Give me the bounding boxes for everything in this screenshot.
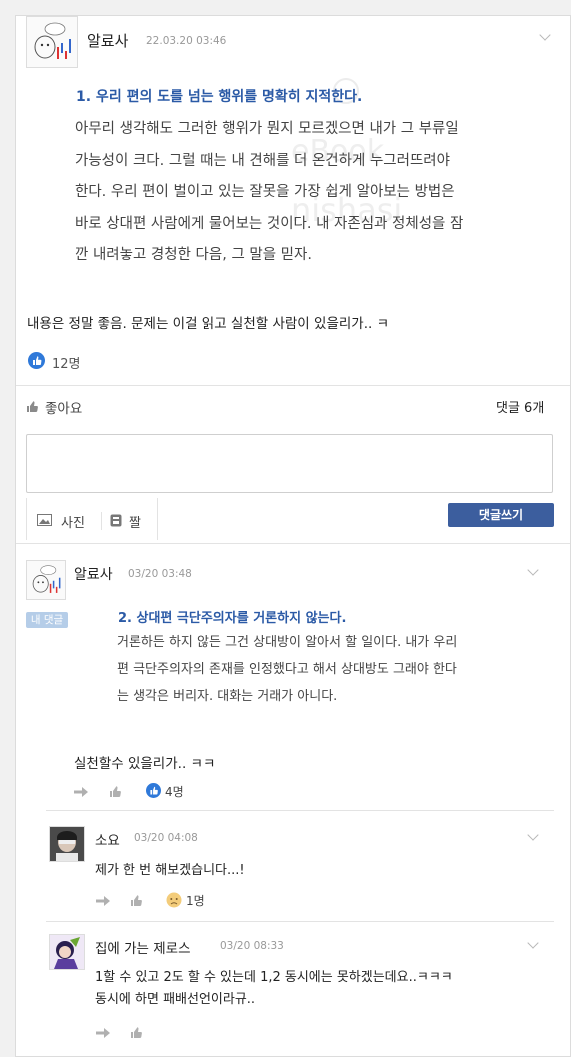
reply-body-line: 1할 수 있고 2도 할 수 있는데 1,2 동시에는 못하겠는데요..ㅋㅋㅋ bbox=[95, 970, 453, 985]
comment-count: 댓글 6개 bbox=[496, 401, 545, 416]
divider bbox=[16, 543, 570, 544]
reply-timestamp: 03/20 04:08 bbox=[134, 832, 198, 844]
reply-arrow-icon[interactable] bbox=[74, 787, 88, 797]
clip-button[interactable]: 짤 bbox=[101, 512, 160, 531]
my-comment-badge: 내 댓글 bbox=[26, 612, 68, 628]
post-card: 알료사 22.03.20 03:46 eBook nishasi 1. 우리 편… bbox=[15, 15, 571, 1057]
comment-quote-body: 거론하든 하지 않든 그건 상대방이 알아서 할 일이다. 내가 우리 편 극단… bbox=[117, 629, 457, 710]
post-body-text: 내용은 정말 좋음. 문제는 이걸 읽고 실천할 사람이 있을리가.. ㅋ bbox=[27, 316, 389, 332]
user-photo-icon bbox=[50, 827, 84, 861]
quote-line: 한다. 우리 편이 벌이고 있는 잘못을 가장 쉽게 알아보는 방법은 bbox=[75, 184, 455, 200]
avatar-drawing-icon bbox=[27, 561, 65, 599]
divider bbox=[46, 921, 554, 922]
comment-body-text: 실천할수 있을리가.. ㅋㅋ bbox=[74, 756, 216, 772]
comment-input[interactable] bbox=[26, 434, 553, 493]
quote-line: 는 생각은 버리자. 대화는 거래가 아니다. bbox=[117, 689, 338, 704]
comment-options-chevron-icon[interactable] bbox=[527, 564, 539, 576]
reply-body-text: 제가 한 번 해보겠습니다...! bbox=[95, 863, 245, 878]
comment-reaction-count: 4명 bbox=[165, 785, 184, 799]
sad-face-reaction-icon[interactable] bbox=[166, 892, 182, 908]
thumbs-up-icon[interactable] bbox=[109, 785, 122, 798]
comment-timestamp: 03/20 03:48 bbox=[128, 568, 192, 580]
composer-tools: 사진 짤 bbox=[26, 498, 158, 540]
comment-avatar[interactable] bbox=[26, 560, 66, 600]
reply-reaction-count: 1명 bbox=[186, 894, 205, 908]
comment-author-name[interactable]: 알료사 bbox=[74, 564, 113, 584]
reply-avatar[interactable] bbox=[49, 934, 85, 970]
thumbs-up-icon bbox=[27, 401, 38, 412]
post-quote-title: 1. 우리 편의 도를 넘는 행위를 명확히 지적한다. bbox=[76, 89, 363, 105]
quote-line: 편 극단주의자의 존재를 인정했다고 해서 상대방도 그래야 한다 bbox=[117, 662, 457, 677]
clip-button-label: 짤 bbox=[129, 516, 141, 531]
reply-author-name[interactable]: 집에 가는 제로스 bbox=[95, 937, 191, 957]
photo-button-label: 사진 bbox=[61, 516, 85, 531]
submit-comment-button[interactable]: 댓글쓰기 bbox=[448, 503, 554, 527]
photo-button[interactable]: 사진 bbox=[37, 512, 97, 531]
reply-author-name[interactable]: 소요 bbox=[95, 829, 120, 849]
quote-line: 깐 내려놓고 경청한 다음, 그 말을 믿자. bbox=[75, 247, 312, 263]
post-quote-body: 아무리 생각해도 그러한 행위가 뭔지 모르겠으면 내가 그 부류일 가능성이 … bbox=[75, 114, 463, 272]
like-reaction-icon[interactable] bbox=[146, 783, 161, 798]
post-options-chevron-icon[interactable] bbox=[539, 29, 551, 41]
like-reaction-icon[interactable] bbox=[28, 352, 45, 369]
reply-timestamp: 03/20 08:33 bbox=[220, 940, 284, 952]
divider bbox=[46, 810, 554, 811]
quote-line: 아무리 생각해도 그러한 행위가 뭔지 모르겠으면 내가 그 부류일 bbox=[75, 121, 459, 137]
meme-clip-icon bbox=[110, 514, 122, 527]
quote-line: 가능성이 크다. 그럴 때는 내 견해를 더 온건하게 누그러뜨려야 bbox=[75, 152, 450, 169]
reply-options-chevron-icon[interactable] bbox=[527, 937, 539, 949]
author-avatar[interactable] bbox=[26, 16, 78, 68]
user-illustration-icon bbox=[50, 935, 84, 969]
like-count: 12명 bbox=[52, 357, 81, 372]
post-author-name[interactable]: 알료사 bbox=[87, 30, 128, 51]
thumbs-up-icon[interactable] bbox=[130, 1026, 143, 1039]
post-timestamp: 22.03.20 03:46 bbox=[146, 35, 227, 47]
like-button-label: 좋아요 bbox=[45, 401, 83, 417]
reply-arrow-icon[interactable] bbox=[96, 1028, 110, 1038]
avatar-drawing-icon bbox=[27, 17, 77, 67]
reply-avatar[interactable] bbox=[49, 826, 85, 862]
reply-body-text: 1할 수 있고 2도 할 수 있는데 1,2 동시에는 못하겠는데요..ㅋㅋㅋ … bbox=[95, 967, 453, 1011]
comment-quote-title: 2. 상대편 극단주의자를 거론하지 않는다. bbox=[118, 611, 347, 626]
divider bbox=[16, 385, 570, 386]
quote-line: 바로 상대편 사람에게 물어보는 것이다. 내 자존심과 정체성을 잠 bbox=[75, 215, 464, 232]
quote-line: 거론하든 하지 않든 그건 상대방이 알아서 할 일이다. 내가 우리 bbox=[117, 635, 458, 650]
reply-body-line: 동시에 하면 패배선언이라규.. bbox=[95, 992, 256, 1007]
photo-icon bbox=[37, 514, 52, 526]
thumbs-up-icon[interactable] bbox=[130, 894, 143, 907]
reply-options-chevron-icon[interactable] bbox=[527, 829, 539, 841]
reply-arrow-icon[interactable] bbox=[96, 896, 110, 906]
